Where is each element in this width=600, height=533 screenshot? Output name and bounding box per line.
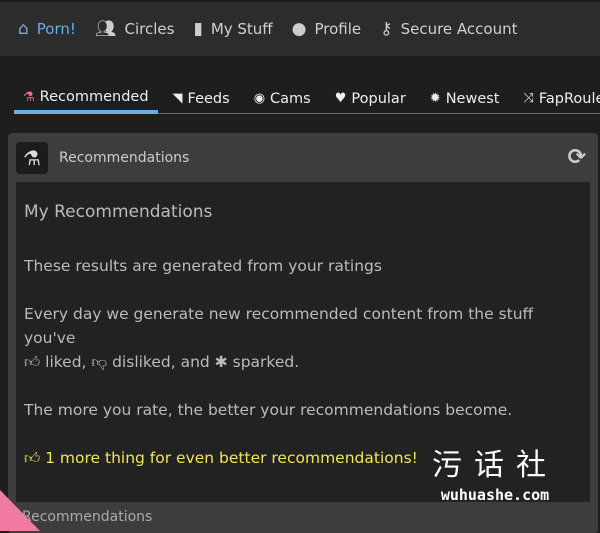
- home-icon: ⌂: [18, 19, 29, 39]
- spark-icon: ✱: [214, 353, 228, 371]
- flask-icon: ⚗: [16, 141, 48, 174]
- section-heading: My Recommendations: [24, 202, 213, 222]
- tab-faproulette[interactable]: ⤨FapRoulette: [514, 84, 600, 113]
- tab-cams[interactable]: ◉ Cams: [245, 84, 320, 113]
- tab-recommended[interactable]: ⚗ Recommended: [14, 84, 158, 114]
- user-icon: ●: [291, 19, 307, 39]
- refresh-icon[interactable]: ⟳: [568, 145, 586, 170]
- random-icon: ⤨: [523, 91, 534, 106]
- rss-icon: ◥: [172, 91, 183, 106]
- tab-popular[interactable]: ♥ Popular: [326, 84, 415, 113]
- watermark: 污话社 wuhuashe.com: [432, 448, 558, 504]
- nav-my-stuff[interactable]: ▮ My Stuff: [193, 19, 272, 39]
- webcam-icon: ◉: [253, 91, 266, 106]
- daily-note: Every day we generate new recommended co…: [24, 305, 534, 371]
- nav-circles[interactable]: 👥︎ Circles: [95, 19, 175, 39]
- corner-decoration: [0, 490, 40, 531]
- ratings-note: These results are generated from your ra…: [24, 257, 382, 275]
- key-icon: ⚷: [380, 19, 393, 39]
- thumbs-down-icon: 👎︎: [91, 353, 108, 371]
- top-nav: ⌂ Porn! 👥︎ Circles ▮ My Stuff ● Profile ⚷ Sec…: [0, 2, 600, 56]
- rate-more-note: The more you rate, the better your recom…: [24, 401, 513, 419]
- certificate-icon: ✹: [429, 91, 441, 106]
- bookmark-icon: ▮: [193, 19, 203, 39]
- panel-header: ⚗ Recommendations: [8, 133, 598, 182]
- panel-title: Recommendations: [59, 149, 190, 166]
- thumbs-up-icon: 👍︎: [24, 449, 41, 467]
- footer-label: Recommendations: [22, 509, 153, 525]
- flask-icon: ⚗: [23, 89, 35, 105]
- thumbs-up-icon: 👍︎: [24, 353, 41, 371]
- nav-profile[interactable]: ● Profile: [292, 19, 361, 39]
- nav-secure-account[interactable]: ⚷ Secure Account: [380, 19, 517, 39]
- tab-newest[interactable]: ✹ Newest: [421, 84, 509, 113]
- nav-porn[interactable]: ⌂ Porn!: [18, 19, 76, 39]
- tab-bar: ⚗ Recommended ◥ Feeds ◉ Cams ♥ Popular ✹ Newe…: [14, 84, 600, 114]
- tab-feeds[interactable]: ◥ Feeds: [164, 84, 239, 113]
- users-icon: 👥︎: [94, 19, 117, 39]
- heart-icon: ♥: [334, 91, 347, 106]
